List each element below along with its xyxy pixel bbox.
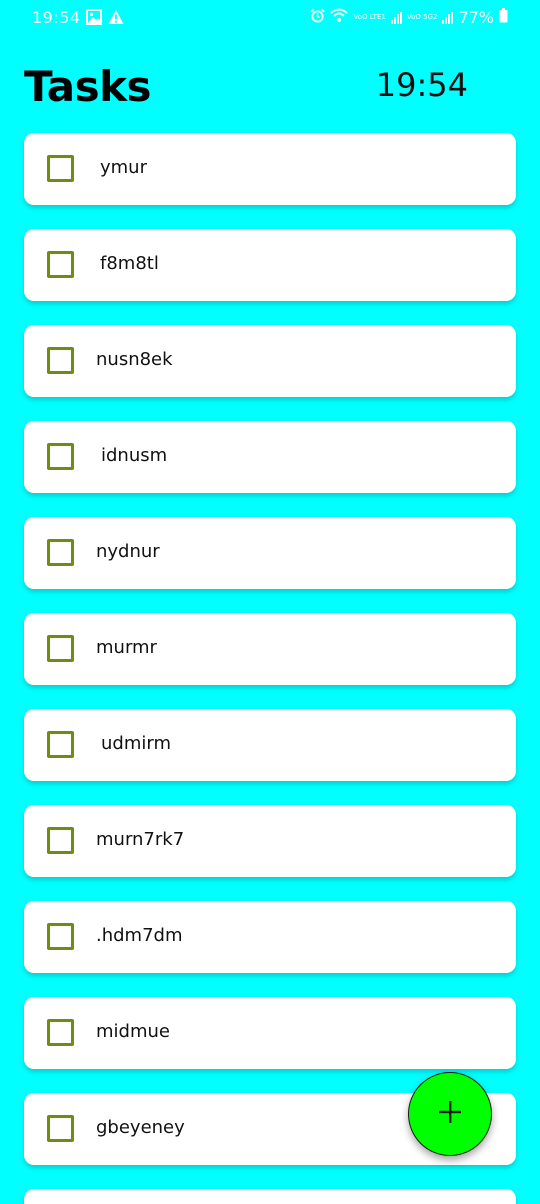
task-checkbox[interactable] [47,251,74,278]
task-item[interactable] [24,1189,516,1204]
status-notification-icons [86,9,124,29]
alarm-icon [310,8,326,27]
battery-icon [499,8,508,27]
task-item[interactable]: idnusm [24,421,516,493]
image-icon [86,9,102,29]
signal-icon [442,11,454,24]
task-checkbox[interactable] [47,635,74,662]
warning-icon [108,9,124,29]
task-label: gbeyeney [96,1117,185,1138]
app-root: 19:54 VoO LTE1 VoO 5G2 77% Tasks 19:54 y… [0,0,540,1204]
task-item[interactable]: f8m8tl [24,229,516,301]
task-label: udmirm [101,733,171,754]
task-label: ymur [100,157,147,178]
task-label: murn7rk7 [96,829,185,850]
task-checkbox[interactable] [47,731,74,758]
task-item[interactable]: murmr [24,613,516,685]
status-system-icons: VoO LTE1 VoO 5G2 77% [310,8,508,27]
task-label: midmue [96,1021,170,1042]
signal-icon [390,11,402,24]
task-item[interactable]: nydnur [24,517,516,589]
task-label: idnusm [101,445,168,466]
task-item[interactable]: murn7rk7 [24,805,516,877]
task-label: .hdm7dm [96,925,183,946]
task-checkbox[interactable] [47,923,74,950]
battery-percent: 77% [458,8,494,27]
task-item[interactable]: nusn8ek [24,325,516,397]
task-checkbox[interactable] [47,443,74,470]
status-time: 19:54 [32,8,81,27]
task-checkbox[interactable] [47,347,74,374]
network-label-2: VoO 5G2 [406,13,438,21]
task-label: nydnur [96,541,160,562]
task-label: f8m8tl [100,253,159,274]
add-task-button[interactable] [408,1072,492,1156]
task-item[interactable]: udmirm [24,709,516,781]
task-item[interactable]: ymur [24,133,516,205]
task-checkbox[interactable] [47,539,74,566]
task-item[interactable]: .hdm7dm [24,901,516,973]
page-title: Tasks [24,62,152,111]
header-clock: 19:54 [375,66,468,104]
task-checkbox[interactable] [47,155,74,182]
task-checkbox[interactable] [47,1019,74,1046]
task-checkbox[interactable] [47,827,74,854]
task-label: nusn8ek [96,349,173,370]
task-item[interactable]: midmue [24,997,516,1069]
task-label: murmr [96,637,157,658]
wifi-icon [330,8,349,27]
network-label-1: VoO LTE1 [353,13,386,21]
plus-icon [437,1099,463,1129]
status-bar: 19:54 VoO LTE1 VoO 5G2 77% [0,0,540,36]
task-checkbox[interactable] [47,1115,74,1142]
